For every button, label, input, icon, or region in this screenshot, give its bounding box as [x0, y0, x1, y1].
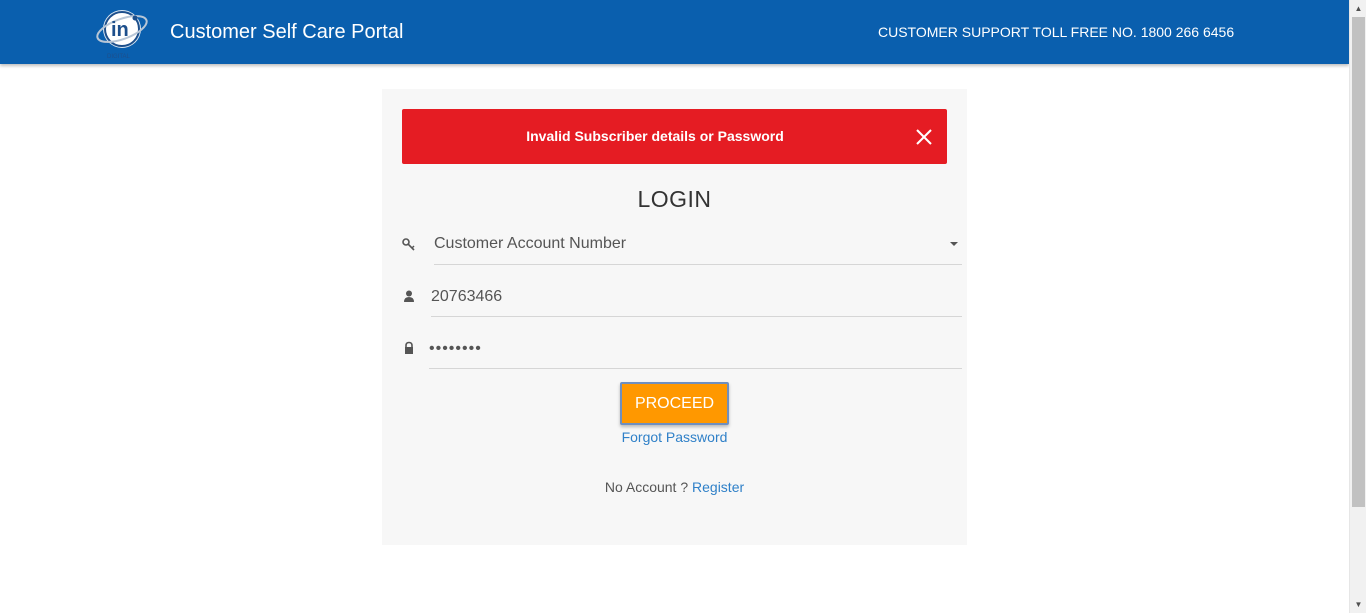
account-type-row: Customer Account Number [402, 225, 962, 265]
lock-icon [402, 341, 416, 355]
register-prompt: No Account ? Register [382, 479, 967, 495]
globe-logo-icon: in DIGITAL [96, 10, 148, 60]
site-title: Customer Self Care Portal [170, 21, 404, 43]
account-type-value: Customer Account Number [434, 235, 627, 252]
username-input[interactable] [431, 277, 962, 317]
forgot-password-link[interactable]: Forgot Password [382, 429, 967, 445]
login-title: LOGIN [637, 186, 712, 212]
proceed-button[interactable]: PROCEED [620, 382, 729, 425]
scroll-up-arrow-icon[interactable]: ▲ [1350, 0, 1366, 17]
page-scrollbar[interactable]: ▲ ▼ [1349, 0, 1366, 613]
username-row [402, 277, 962, 317]
account-type-select[interactable]: Customer Account Number [434, 225, 962, 265]
login-card: Invalid Subscriber details or Password L… [382, 89, 967, 545]
svg-text:DIGITAL: DIGITAL [107, 54, 131, 59]
chevron-down-icon [950, 242, 958, 246]
register-link[interactable]: Register [692, 479, 744, 495]
error-message: Invalid Subscriber details or Password [526, 128, 784, 144]
svg-text:in: in [111, 19, 129, 41]
key-icon [402, 237, 416, 251]
password-row [402, 329, 962, 369]
no-account-text: No Account ? [604, 479, 689, 495]
scroll-down-arrow-icon[interactable]: ▼ [1350, 596, 1366, 613]
header-bar: in DIGITAL Customer Self Care Portal CUS… [0, 0, 1349, 64]
close-icon[interactable] [915, 128, 933, 146]
user-icon [402, 289, 416, 303]
portal-logo[interactable]: in DIGITAL [95, 5, 151, 60]
scroll-thumb[interactable] [1352, 17, 1365, 507]
password-input[interactable] [429, 329, 962, 369]
support-number: CUSTOMER SUPPORT TOLL FREE NO. 1800 266 … [878, 24, 1235, 40]
error-alert: Invalid Subscriber details or Password [402, 109, 947, 164]
